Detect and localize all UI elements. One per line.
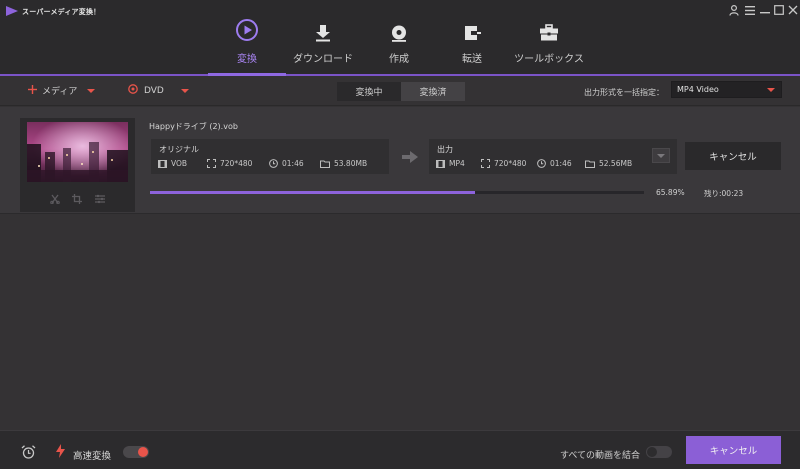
original-duration: 01:46 xyxy=(269,159,304,168)
original-size: 53.80MB xyxy=(320,159,367,168)
tab-download-label: ダウンロード xyxy=(293,54,353,65)
bottom-bar: 高速変換 すべての動画を結合 キャンセル xyxy=(0,430,800,469)
dvd-icon xyxy=(128,84,138,97)
tab-transfer-label: 転送 xyxy=(462,54,482,65)
clock-icon xyxy=(537,159,546,168)
toolbox-icon xyxy=(539,20,559,42)
high-speed-label: 高速変換 xyxy=(73,451,112,462)
output-settings-button[interactable] xyxy=(652,148,670,163)
remaining-time: 残り:00:23 xyxy=(704,189,744,198)
film-icon xyxy=(436,159,445,168)
add-media-button[interactable]: メディア xyxy=(28,84,96,97)
film-icon xyxy=(158,159,167,168)
output-duration-value: 01:46 xyxy=(550,159,572,168)
convert-icon xyxy=(235,19,259,42)
resolution-icon xyxy=(481,159,490,168)
high-speed-toggle[interactable] xyxy=(123,446,149,458)
toggle-knob xyxy=(138,447,148,457)
output-format-value: MP4 xyxy=(449,159,465,168)
chevron-down-icon[interactable] xyxy=(180,88,189,93)
original-size-value: 53.80MB xyxy=(334,159,368,168)
maximize-icon[interactable] xyxy=(772,3,786,17)
top-bar: スーパーメディア変換！ 変換 ダウンロード 作成 転送 ツールボックス xyxy=(0,0,800,76)
original-duration-value: 01:46 xyxy=(282,159,304,168)
tab-toolbox[interactable]: ツールボックス xyxy=(509,20,589,70)
lightning-icon xyxy=(56,444,65,461)
tab-create-label: 作成 xyxy=(389,54,409,65)
merge-all-toggle[interactable] xyxy=(646,446,672,458)
account-icon[interactable] xyxy=(727,3,741,17)
arrow-right-icon xyxy=(402,151,418,166)
output-format-select[interactable]: MP4 Video xyxy=(671,81,782,98)
chevron-down-icon[interactable] xyxy=(87,88,96,93)
output-duration: 01:46 xyxy=(537,159,572,168)
app-title: スーパーメディア変換！ xyxy=(22,8,101,16)
progress-bar xyxy=(150,191,644,194)
plus-icon xyxy=(28,84,37,97)
transfer-icon xyxy=(462,20,482,42)
original-format-value: VOB xyxy=(171,159,188,168)
minimize-icon[interactable] xyxy=(758,3,772,17)
output-title: 出力 xyxy=(437,145,453,154)
tab-converted[interactable]: 変換済 xyxy=(401,82,465,101)
chevron-down-icon xyxy=(767,88,775,92)
original-title: オリジナル xyxy=(159,145,199,154)
menu-icon[interactable] xyxy=(743,3,757,17)
resolution-icon xyxy=(207,159,216,168)
original-resolution-value: 720*480 xyxy=(220,159,253,168)
progress-percent: 65.89% xyxy=(656,188,685,197)
video-thumbnail[interactable] xyxy=(27,122,128,182)
output-size-value: 52.56MB xyxy=(599,159,633,168)
output-size: 52.56MB xyxy=(585,159,632,168)
output-info-panel: 出力 MP4 720*480 01:46 52.56MB xyxy=(429,139,677,174)
merge-all-label: すべての動画を結合 xyxy=(560,451,641,461)
tab-transfer[interactable]: 転送 xyxy=(432,20,512,70)
clock-icon xyxy=(269,159,278,168)
output-resolution-value: 720*480 xyxy=(494,159,527,168)
close-icon[interactable] xyxy=(786,3,800,17)
add-media-label: メディア xyxy=(42,87,78,97)
cancel-all-button[interactable]: キャンセル xyxy=(686,436,781,464)
folder-icon xyxy=(320,160,330,168)
cancel-conversion-button[interactable]: キャンセル xyxy=(685,142,781,170)
add-dvd-button[interactable]: DVD xyxy=(128,84,189,97)
tab-download[interactable]: ダウンロード xyxy=(283,20,363,70)
tab-convert[interactable]: 変換 xyxy=(207,19,287,70)
toggle-knob xyxy=(647,447,657,457)
original-format: VOB xyxy=(158,159,187,168)
effects-icon[interactable] xyxy=(93,193,107,205)
tab-create[interactable]: 作成 xyxy=(359,20,439,70)
toolbar: メディア DVD 変換中 変換済 出力形式を一括指定： MP4 Video xyxy=(0,76,800,106)
folder-icon xyxy=(585,160,595,168)
file-name: Happyドライブ (2).vob xyxy=(149,122,238,131)
output-resolution: 720*480 xyxy=(481,159,526,168)
download-icon xyxy=(314,20,332,42)
tab-converting[interactable]: 変換中 xyxy=(337,82,401,101)
tab-convert-label: 変換 xyxy=(237,54,257,65)
add-dvd-label: DVD xyxy=(144,85,164,96)
status-tabs: 変換中 変換済 xyxy=(337,82,465,101)
video-thumbnail-panel xyxy=(20,118,135,212)
output-format-value: MP4 Video xyxy=(677,85,719,94)
tab-toolbox-label: ツールボックス xyxy=(514,54,584,65)
conversion-item: Happyドライブ (2).vob オリジナル VOB 720*480 01:4… xyxy=(0,107,800,214)
trim-icon[interactable] xyxy=(48,193,62,205)
disc-icon xyxy=(390,20,408,42)
chevron-down-icon xyxy=(657,153,665,158)
output-format: MP4 xyxy=(436,159,465,168)
output-format-label: 出力形式を一括指定： xyxy=(584,88,664,97)
original-info-panel: オリジナル VOB 720*480 01:46 53.80MB xyxy=(151,139,389,174)
alarm-clock-icon[interactable] xyxy=(21,445,36,462)
progress-fill xyxy=(150,191,476,194)
app-logo-icon xyxy=(6,6,18,19)
crop-icon[interactable] xyxy=(70,193,84,205)
original-resolution: 720*480 xyxy=(207,159,252,168)
